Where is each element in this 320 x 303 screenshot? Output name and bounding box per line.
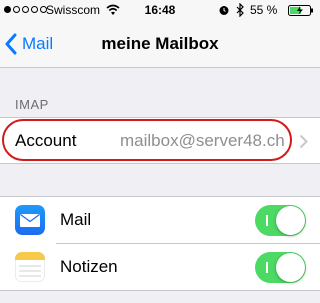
notes-app-icon [15, 252, 45, 282]
page-title: meine Mailbox [101, 34, 219, 53]
notes-toggle-switch[interactable] [255, 252, 306, 283]
notes-toggle-row: Notizen [0, 244, 320, 291]
navigation-bar: Mail meine Mailbox [0, 20, 320, 68]
status-bar: Swisscom 16:48 55 % [0, 0, 320, 20]
section-header: IMAP [15, 97, 49, 112]
mail-app-icon [15, 205, 45, 235]
mail-toggle-label: Mail [60, 210, 92, 229]
notes-toggle-label: Notizen [60, 257, 118, 276]
sync-options-group: Mail Notizen [0, 196, 320, 291]
chevron-right-icon [299, 134, 308, 149]
highlight-annotation [2, 119, 292, 161]
battery-percentage: 55 % [250, 3, 278, 17]
alarm-icon [219, 6, 229, 15]
bluetooth-icon [236, 3, 244, 17]
battery-charging-icon [288, 5, 313, 16]
mail-toggle-row: Mail [0, 197, 320, 244]
mail-toggle-switch[interactable] [255, 205, 306, 236]
